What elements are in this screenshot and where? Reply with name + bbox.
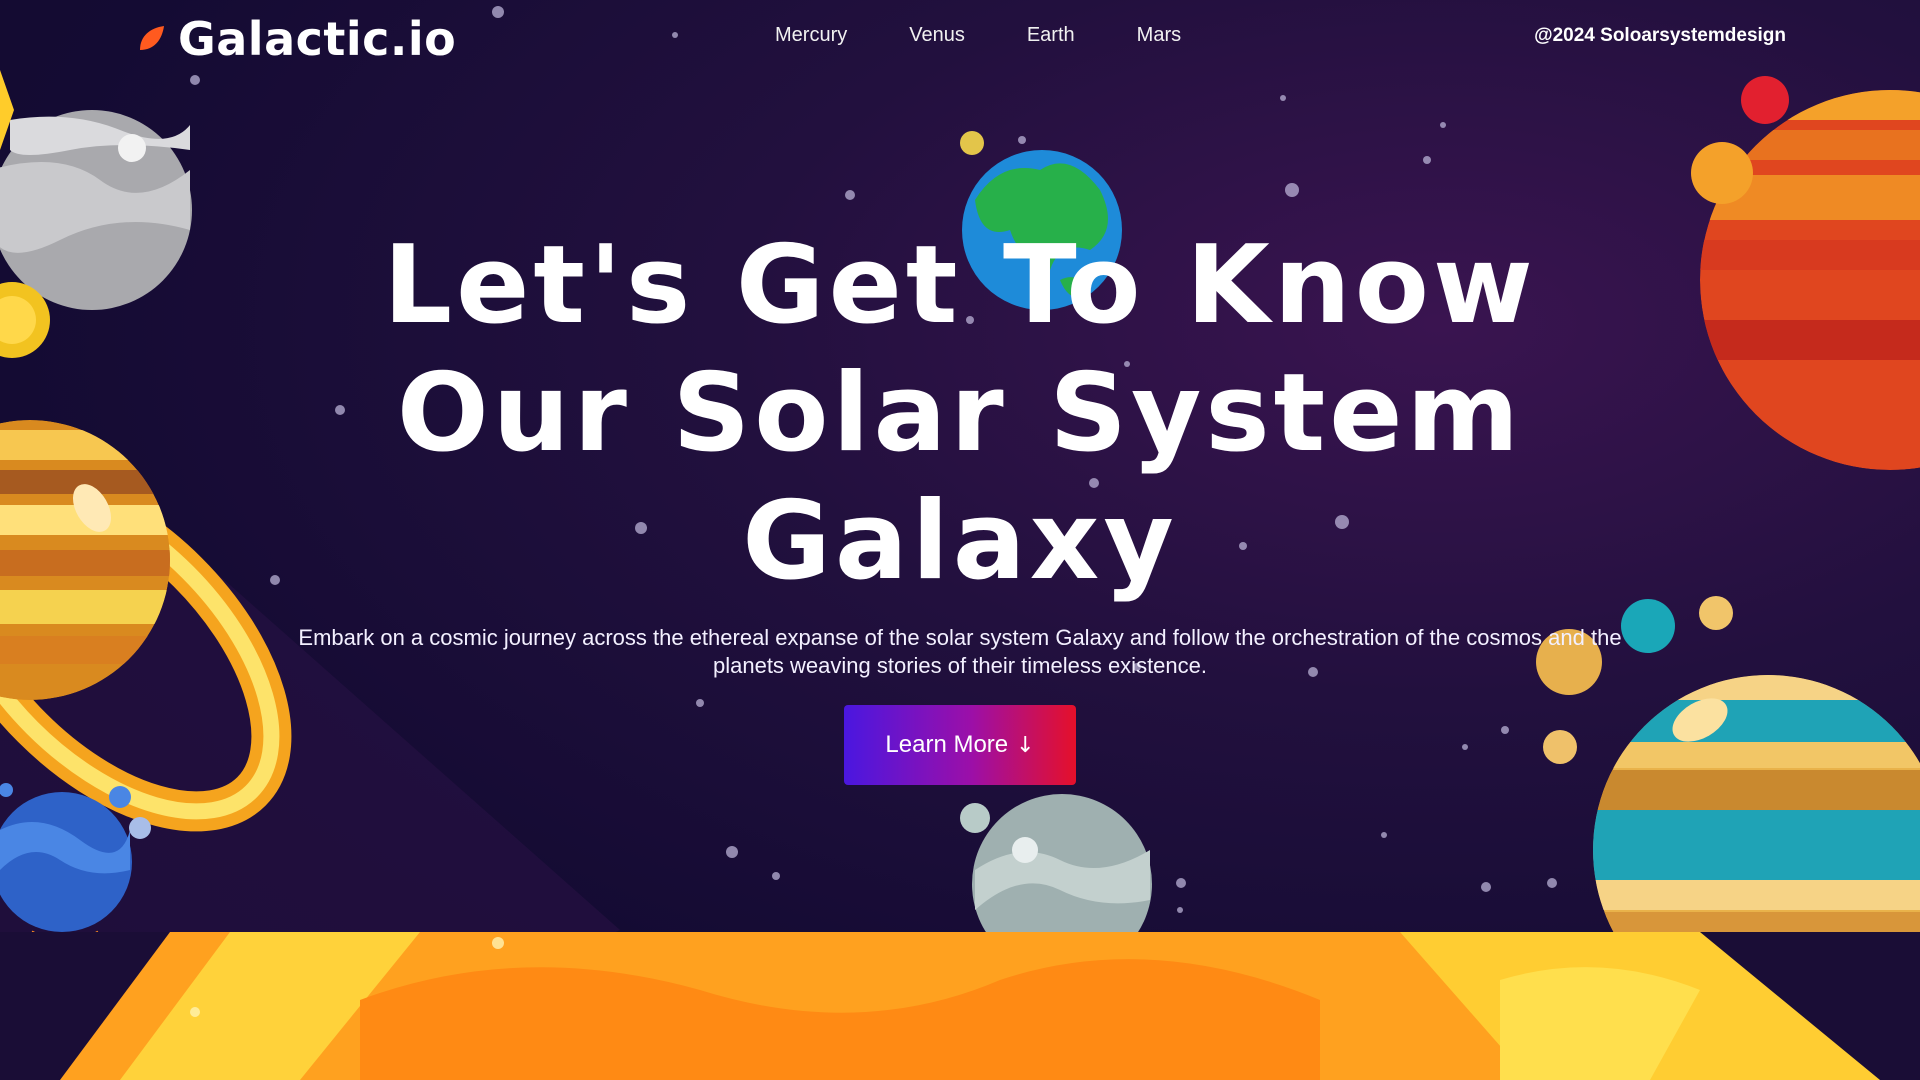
hero-title-line: Galaxy — [742, 479, 1178, 604]
main-nav: Mercury Venus Earth Mars — [775, 24, 1243, 47]
hero-description: Embark on a cosmic journey across the et… — [298, 625, 1622, 678]
learn-more-label: Learn More — [885, 731, 1009, 758]
learn-more-button[interactable]: Learn More ↓ — [844, 705, 1076, 785]
hero-title-line: Our Solar System — [396, 351, 1524, 476]
copyright-credit: @2024 Soloarsystemdesign — [1534, 25, 1786, 46]
sun-surface — [0, 932, 1920, 1080]
logo-text: Galactic.io — [178, 12, 457, 66]
arrow-down-icon: ↓ — [1016, 732, 1035, 758]
hero-title: Let's Get To Know Our Solar System Galax… — [360, 222, 1560, 606]
nav-item-mars[interactable]: Mars — [1137, 24, 1181, 47]
leaf-icon — [140, 26, 164, 50]
page: Galactic.io Mercury Venus Earth Mars @20… — [0, 0, 1920, 1080]
nav-item-venus[interactable]: Venus — [909, 24, 965, 47]
mercury-planet — [0, 110, 192, 310]
nav-item-earth[interactable]: Earth — [1027, 24, 1075, 47]
nav-item-mercury[interactable]: Mercury — [775, 24, 847, 47]
logo[interactable]: Galactic.io — [136, 12, 456, 66]
hero-title-line: Let's Get To Know — [383, 223, 1537, 348]
mars-planet — [1691, 76, 1920, 470]
